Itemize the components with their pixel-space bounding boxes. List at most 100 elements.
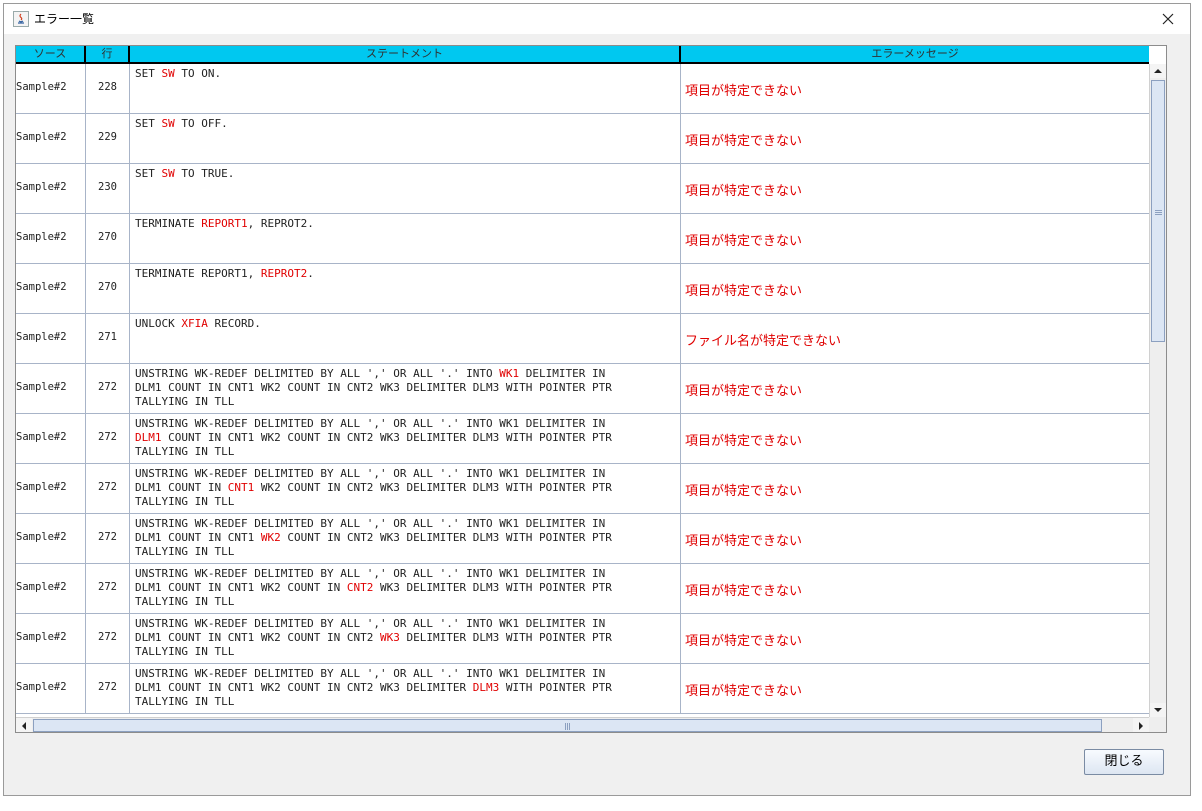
cell-source[interactable]: Sample#2	[16, 314, 86, 363]
window-title: エラー一覧	[34, 12, 95, 26]
cell-source[interactable]: Sample#2	[16, 414, 86, 463]
line-number-text: 228	[98, 81, 117, 93]
cell-error-message[interactable]: 項目が特定できない	[681, 164, 1149, 213]
cell-source[interactable]: Sample#2	[16, 164, 86, 213]
table-row[interactable]: Sample#2 272 UNSTRING WK-REDEF DELIMITED B…	[16, 464, 1149, 514]
cell-source[interactable]: Sample#2	[16, 614, 86, 663]
cell-statement[interactable]: UNSTRING WK-REDEF DELIMITED BY ALL ',' O…	[130, 664, 681, 713]
cell-error-message[interactable]: 項目が特定できない	[681, 414, 1149, 463]
cell-error-message[interactable]: 項目が特定できない	[681, 514, 1149, 563]
cell-error-message[interactable]: 項目が特定できない	[681, 564, 1149, 613]
cell-error-message[interactable]: 項目が特定できない	[681, 114, 1149, 163]
cell-line[interactable]: 272	[86, 464, 130, 513]
arrow-right-icon	[1139, 721, 1143, 730]
line-number-text: 272	[98, 631, 117, 643]
table-row[interactable]: Sample#2 270 TERMINATE REPORT1, REPROT2. 項目…	[16, 264, 1149, 314]
cell-source[interactable]: Sample#2	[16, 464, 86, 513]
table-row[interactable]: Sample#2 230 SET SW TO TRUE. 項目が特定できない	[16, 164, 1149, 214]
cell-statement[interactable]: UNSTRING WK-REDEF DELIMITED BY ALL ',' O…	[130, 414, 681, 463]
cell-error-message[interactable]: 項目が特定できない	[681, 614, 1149, 663]
statement-segment: TO ON.	[174, 67, 222, 80]
cell-source[interactable]: Sample#2	[16, 264, 86, 313]
cell-line[interactable]: 272	[86, 514, 130, 563]
highlighted-identifier: SW	[161, 67, 175, 80]
window-close-button[interactable]	[1148, 4, 1188, 34]
cell-source[interactable]: Sample#2	[16, 564, 86, 613]
cell-statement[interactable]: UNSTRING WK-REDEF DELIMITED BY ALL ',' O…	[130, 564, 681, 613]
cell-statement[interactable]: UNSTRING WK-REDEF DELIMITED BY ALL ',' O…	[130, 514, 681, 563]
cell-line[interactable]: 270	[86, 264, 130, 313]
highlighted-identifier: DLM3	[472, 681, 500, 694]
cell-error-message[interactable]: 項目が特定できない	[681, 264, 1149, 313]
column-header-statement[interactable]: ステートメント	[130, 46, 681, 62]
table-row[interactable]: Sample#2 272 UNSTRING WK-REDEF DELIMITED B…	[16, 664, 1149, 714]
error-message-text: 項目が特定できない	[685, 184, 803, 199]
horizontal-scroll-thumb[interactable]	[33, 719, 1102, 732]
highlighted-identifier: REPROT2	[260, 267, 308, 280]
cell-line[interactable]: 272	[86, 364, 130, 413]
table-row[interactable]: Sample#2 272 UNSTRING WK-REDEF DELIMITED B…	[16, 514, 1149, 564]
cell-source[interactable]: Sample#2	[16, 114, 86, 163]
cell-error-message[interactable]: 項目が特定できない	[681, 214, 1149, 263]
highlighted-identifier: WK3	[380, 631, 400, 644]
column-header-source[interactable]: ソース	[16, 46, 86, 62]
column-header-error-message[interactable]: エラーメッセージ	[681, 46, 1149, 62]
cell-line[interactable]: 270	[86, 214, 130, 263]
cell-error-message[interactable]: ファイル名が特定できない	[681, 314, 1149, 363]
cell-source[interactable]: Sample#2	[16, 664, 86, 713]
cell-statement[interactable]: UNLOCK XFIA RECORD.	[130, 314, 681, 363]
cell-line[interactable]: 272	[86, 414, 130, 463]
arrow-down-icon	[1154, 708, 1162, 712]
table-row[interactable]: Sample#2 229 SET SW TO OFF. 項目が特定できない	[16, 114, 1149, 164]
cell-error-message[interactable]: 項目が特定できない	[681, 464, 1149, 513]
cell-statement[interactable]: UNSTRING WK-REDEF DELIMITED BY ALL ',' O…	[130, 364, 681, 413]
line-number-text: 230	[98, 181, 117, 193]
table-row[interactable]: Sample#2 272 UNSTRING WK-REDEF DELIMITED B…	[16, 614, 1149, 664]
table-row[interactable]: Sample#2 270 TERMINATE REPORT1, REPROT2. 項目…	[16, 214, 1149, 264]
cell-line[interactable]: 228	[86, 64, 130, 113]
cell-source[interactable]: Sample#2	[16, 514, 86, 563]
table-row[interactable]: Sample#2 228 SET SW TO ON. 項目が特定できない	[16, 64, 1149, 114]
line-number-text: 270	[98, 231, 117, 243]
highlighted-identifier: REPORT1	[201, 217, 248, 230]
error-message-text: 項目が特定できない	[685, 134, 803, 149]
cell-statement[interactable]: TERMINATE REPORT1, REPROT2.	[130, 264, 681, 313]
table-row[interactable]: Sample#2 271 UNLOCK XFIA RECORD. ファイル名が特定でき…	[16, 314, 1149, 364]
cell-statement[interactable]: SET SW TO OFF.	[130, 114, 681, 163]
cell-line[interactable]: 272	[86, 614, 130, 663]
cell-statement[interactable]: UNSTRING WK-REDEF DELIMITED BY ALL ',' O…	[130, 614, 681, 663]
cell-line[interactable]: 272	[86, 664, 130, 713]
column-header-line[interactable]: 行	[86, 46, 130, 62]
scroll-left-button[interactable]	[16, 718, 32, 732]
statement-text: SET SW TO ON.	[135, 67, 675, 81]
cell-statement[interactable]: UNSTRING WK-REDEF DELIMITED BY ALL ',' O…	[130, 464, 681, 513]
table-row[interactable]: Sample#2 272 UNSTRING WK-REDEF DELIMITED B…	[16, 364, 1149, 414]
table-row[interactable]: Sample#2 272 UNSTRING WK-REDEF DELIMITED B…	[16, 564, 1149, 614]
arrow-left-icon	[22, 721, 26, 730]
scroll-right-button[interactable]	[1133, 718, 1149, 732]
cell-error-message[interactable]: 項目が特定できない	[681, 664, 1149, 713]
cell-error-message[interactable]: 項目が特定できない	[681, 364, 1149, 413]
scroll-up-button[interactable]	[1150, 64, 1166, 78]
table-row[interactable]: Sample#2 272 UNSTRING WK-REDEF DELIMITED B…	[16, 414, 1149, 464]
cell-source[interactable]: Sample#2	[16, 64, 86, 113]
cell-line[interactable]: 229	[86, 114, 130, 163]
cell-statement[interactable]: SET SW TO TRUE.	[130, 164, 681, 213]
cell-statement[interactable]: SET SW TO ON.	[130, 64, 681, 113]
vertical-scroll-thumb[interactable]	[1151, 80, 1165, 342]
cell-statement[interactable]: TERMINATE REPORT1, REPROT2.	[130, 214, 681, 263]
close-button[interactable]: 閉じる	[1084, 749, 1164, 775]
cell-line[interactable]: 272	[86, 564, 130, 613]
cell-source[interactable]: Sample#2	[16, 214, 86, 263]
title-bar: エラー一覧	[4, 4, 1190, 34]
highlighted-identifier: CNT2	[346, 581, 374, 594]
cell-source[interactable]: Sample#2	[16, 364, 86, 413]
cell-line[interactable]: 271	[86, 314, 130, 363]
cell-error-message[interactable]: 項目が特定できない	[681, 64, 1149, 113]
java-app-icon	[13, 11, 29, 27]
horizontal-scrollbar[interactable]	[16, 717, 1149, 732]
cell-line[interactable]: 230	[86, 164, 130, 213]
vertical-scrollbar[interactable]	[1149, 64, 1166, 717]
scroll-down-button[interactable]	[1150, 703, 1166, 717]
close-icon	[1162, 13, 1174, 25]
